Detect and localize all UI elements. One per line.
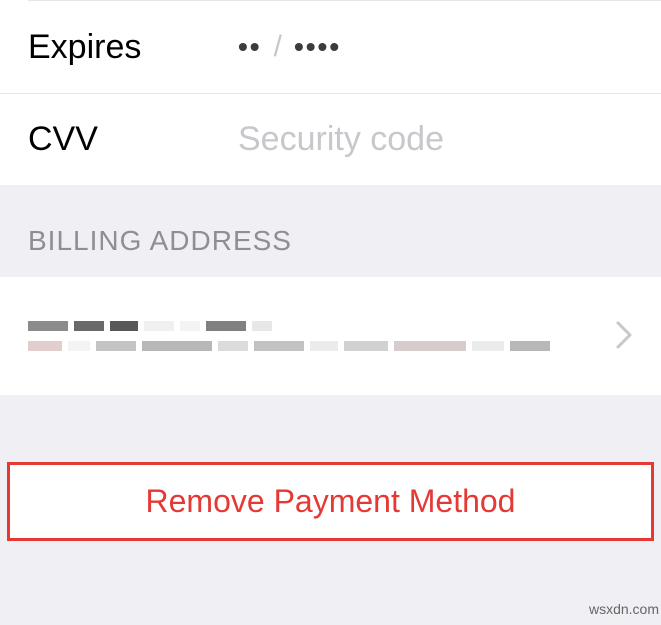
cvv-row[interactable]: CVV Security code xyxy=(0,93,661,185)
chevron-right-icon xyxy=(605,312,633,360)
billing-address-header: BILLING ADDRESS xyxy=(0,185,661,277)
remove-payment-method-label[interactable]: Remove Payment Method xyxy=(146,483,516,520)
billing-address-row[interactable] xyxy=(0,277,661,395)
expires-row[interactable]: Expires •• / •••• xyxy=(0,1,661,93)
billing-address-redacted xyxy=(28,311,605,361)
cvv-label: CVV xyxy=(28,120,238,159)
expires-value: •• / •••• xyxy=(238,30,341,64)
watermark: wsxdn.com xyxy=(589,601,659,617)
expires-label: Expires xyxy=(28,28,238,67)
cvv-placeholder: Security code xyxy=(238,120,444,159)
remove-payment-method-button[interactable]: Remove Payment Method xyxy=(10,465,651,538)
